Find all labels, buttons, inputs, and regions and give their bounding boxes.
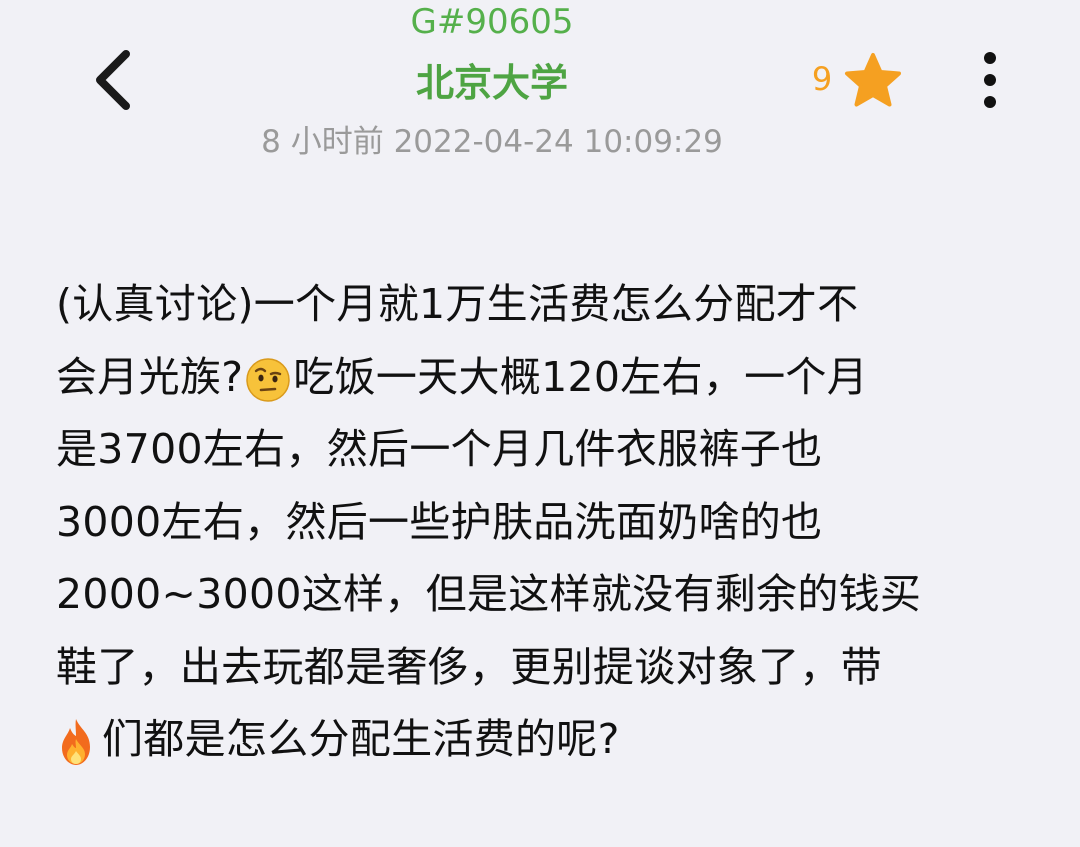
post-text: 吃饭一天大概120左右，一个月 [293, 352, 869, 401]
post-line: 是3700左右，然后一个月几件衣服裤子也 [56, 425, 823, 473]
post-line: 3000左右，然后一些护肤品洗面奶啥的也 [56, 497, 823, 546]
post-text: 会月光族? [56, 352, 244, 401]
star-icon [845, 53, 901, 107]
post-line: (认真讨论)一个月就1万生活费怎么分配才不 [56, 280, 859, 328]
post-id: G#90605 [410, 2, 574, 42]
face-with-raised-eyebrow-emoji [246, 357, 291, 402]
post-line: 会月光族? 吃饭一天大概120左右，一个月 [56, 341, 1026, 414]
fire-emoji [62, 719, 90, 765]
post-line: 们都是怎么分配生活费的呢? [56, 703, 1026, 776]
post-header: G#90605 北京大学 8 小时前 2022-04-24 10:09:29 9 [0, 0, 1080, 180]
post-line: 2000~3000这样，但是这样就没有剩余的钱买 [56, 570, 922, 618]
more-vertical-icon [984, 52, 996, 108]
post-text: 们都是怎么分配生活费的呢? [102, 715, 620, 763]
star-button[interactable] [842, 50, 904, 112]
post-line: 鞋了，出去玩都是奢侈，更别提谈对象了，带 [56, 642, 882, 691]
post-content: (认真讨论)一个月就1万生活费怎么分配才不 会月光族? 吃饭一天大概120左右，… [56, 268, 1026, 776]
more-options-button[interactable] [962, 44, 1018, 120]
star-count: 9 [811, 60, 833, 98]
post-timestamp: 8 小时前 2022-04-24 10:09:29 [261, 124, 723, 160]
